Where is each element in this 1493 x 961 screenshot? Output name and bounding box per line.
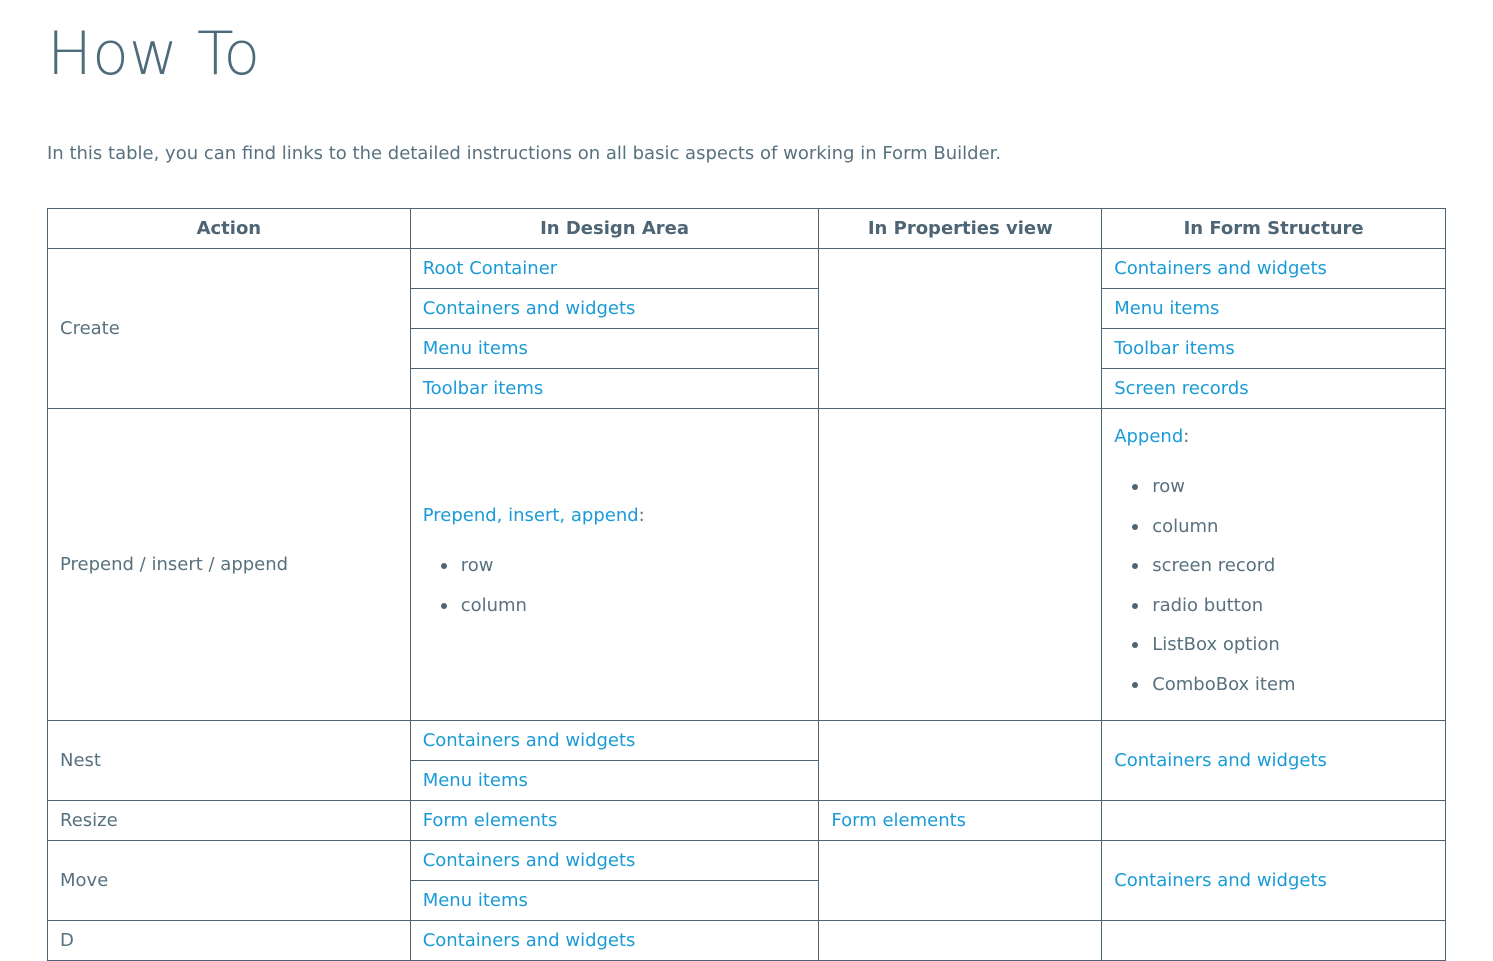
table-header-row: Action In Design Area In Properties view… [47, 208, 1446, 249]
how-to-table: Action In Design Area In Properties view… [47, 208, 1446, 961]
list-item: radio button [1132, 586, 1433, 626]
table-row: Prepend / insert / append Prepend, inser… [47, 408, 1446, 721]
list-item: ComboBox item [1132, 665, 1433, 705]
structure-item-list: row column screen record radio button Li… [1114, 467, 1433, 704]
link-menu-items[interactable]: Menu items [423, 890, 528, 911]
list-item: row [440, 546, 807, 586]
link-append[interactable]: Append [1114, 426, 1183, 447]
list-item: screen record [1132, 546, 1433, 586]
properties-cell-empty [818, 408, 1103, 721]
link-prepend-insert-append[interactable]: Prepend, insert, append [423, 505, 639, 526]
structure-cell: Containers and widgets [1101, 720, 1446, 801]
link-containers-widgets[interactable]: Containers and widgets [423, 930, 636, 951]
design-cell: Menu items [409, 328, 820, 369]
structure-cell: Menu items [1101, 288, 1446, 329]
action-create: Create [47, 248, 411, 409]
action-nest: Nest [47, 720, 411, 801]
list-item: row [1132, 467, 1433, 507]
link-containers-widgets[interactable]: Containers and widgets [423, 850, 636, 871]
link-menu-items[interactable]: Menu items [423, 770, 528, 791]
action-prepend: Prepend / insert / append [47, 408, 411, 721]
structure-cell: Containers and widgets [1101, 248, 1446, 289]
action-resize: Resize [47, 800, 411, 841]
structure-cell-empty [1101, 800, 1446, 841]
colon: : [1183, 426, 1190, 447]
design-cell: Containers and widgets [409, 840, 820, 881]
link-menu-items[interactable]: Menu items [423, 338, 528, 359]
colon: : [638, 505, 645, 526]
list-item: column [440, 586, 807, 626]
table-row-partial: D Containers and widgets [47, 920, 1446, 961]
structure-cell: Append: row column screen record radio b… [1101, 408, 1446, 721]
link-toolbar-items[interactable]: Toolbar items [423, 378, 544, 399]
properties-cell: Form elements [818, 800, 1103, 841]
design-cell: Menu items [409, 760, 820, 801]
properties-cell-empty [818, 920, 1103, 961]
link-containers-widgets[interactable]: Containers and widgets [1114, 750, 1327, 771]
link-menu-items[interactable]: Menu items [1114, 298, 1219, 319]
properties-cell-empty [818, 248, 1103, 409]
link-root-container[interactable]: Root Container [423, 258, 557, 279]
design-cell: Containers and widgets [409, 288, 820, 329]
page: How To [0, 0, 1493, 90]
action-move: Move [47, 840, 411, 921]
header-form-structure: In Form Structure [1101, 208, 1446, 249]
design-cell: Menu items [409, 880, 820, 921]
intro-text: In this table, you can find links to the… [47, 143, 1002, 164]
structure-cell: Screen records [1101, 368, 1446, 409]
table-row: Resize Form elements Form elements [47, 800, 1446, 841]
structure-cell: Containers and widgets [1101, 840, 1446, 921]
link-containers-widgets[interactable]: Containers and widgets [1114, 870, 1327, 891]
link-screen-records[interactable]: Screen records [1114, 378, 1248, 399]
list-item: ListBox option [1132, 625, 1433, 665]
action-partial: D [47, 920, 411, 961]
table-row: Create Root Container Containers and wid… [47, 248, 1446, 409]
link-toolbar-items[interactable]: Toolbar items [1114, 338, 1235, 359]
properties-cell-empty [818, 720, 1103, 801]
design-cell: Form elements [409, 800, 820, 841]
header-action: Action [47, 208, 411, 249]
design-cell: Toolbar items [409, 368, 820, 409]
link-form-elements[interactable]: Form elements [831, 810, 966, 831]
link-containers-widgets[interactable]: Containers and widgets [423, 730, 636, 751]
header-properties-view: In Properties view [818, 208, 1103, 249]
design-item-list: row column [423, 546, 807, 625]
header-design-area: In Design Area [409, 208, 820, 249]
design-cell: Prepend, insert, append: row column [409, 408, 820, 721]
page-title: How To [47, 19, 261, 89]
structure-cell: Toolbar items [1101, 328, 1446, 369]
link-containers-widgets[interactable]: Containers and widgets [1114, 258, 1327, 279]
design-cell: Containers and widgets [409, 920, 820, 961]
list-item: column [1132, 507, 1433, 547]
design-cell: Containers and widgets [409, 720, 820, 761]
link-form-elements[interactable]: Form elements [423, 810, 558, 831]
design-cell: Root Container [409, 248, 820, 289]
structure-cell-empty [1101, 920, 1446, 961]
table-row: Move Containers and widgets Containers a… [47, 840, 1446, 921]
table-row: Nest Containers and widgets Containers a… [47, 720, 1446, 801]
properties-cell-empty [818, 840, 1103, 921]
link-containers-widgets[interactable]: Containers and widgets [423, 298, 636, 319]
